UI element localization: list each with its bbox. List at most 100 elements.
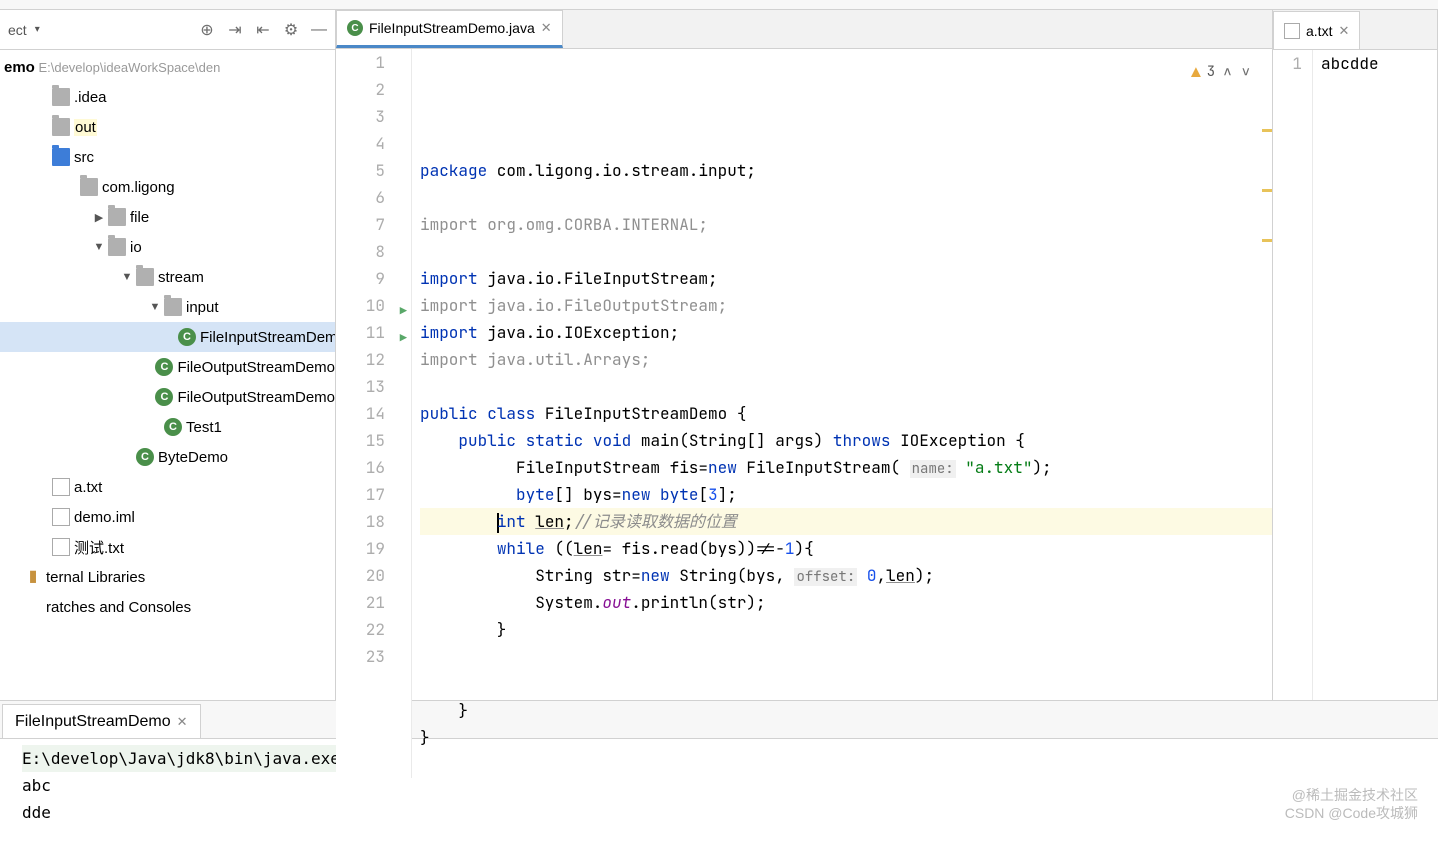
code-line[interactable]: while ((len= fis.read(bys))!=-1){ <box>420 535 1272 562</box>
tab-fileinputstreamdemo[interactable]: C FileInputStreamDemo.java ✕ <box>336 10 563 48</box>
tree-item[interactable]: CTest1 <box>0 412 335 442</box>
line-gutter[interactable]: 1 <box>1273 50 1313 700</box>
line-number[interactable]: 21 <box>336 589 385 616</box>
tree-item[interactable]: out <box>0 112 335 142</box>
code-body[interactable]: abcdde <box>1313 50 1437 700</box>
code-line[interactable] <box>420 238 1272 265</box>
tree-item[interactable]: com.ligong <box>0 172 335 202</box>
tree-item[interactable]: ratches and Consoles <box>0 592 335 622</box>
code-line[interactable]: FileInputStream fis=new FileInputStream(… <box>420 454 1272 481</box>
run-gutter-icon[interactable]: ▶ <box>400 325 407 352</box>
locate-icon[interactable]: ⊕ <box>195 18 219 42</box>
run-tab[interactable]: FileInputStreamDemo ✕ <box>2 704 201 738</box>
run-gutter-icon[interactable]: ▶ <box>400 298 407 325</box>
tree-item[interactable]: .idea <box>0 82 335 112</box>
line-number[interactable]: 16 <box>336 454 385 481</box>
line-number[interactable]: 11 <box>336 319 385 346</box>
tree-item[interactable]: demo.iml <box>0 502 335 532</box>
collapse-all-icon[interactable]: ⇤ <box>251 18 275 42</box>
line-number[interactable]: 12 <box>336 346 385 373</box>
code-line[interactable] <box>420 373 1272 400</box>
hide-icon[interactable]: — <box>307 18 331 42</box>
inspection-widget[interactable]: ▲ 3 ∧ ∨ <box>1191 59 1252 86</box>
line-number[interactable]: 1 <box>336 49 385 76</box>
code-line[interactable]: import java.io.FileOutputStream; <box>420 292 1272 319</box>
code-line[interactable]: int len;//记录读取数据的位置 <box>420 508 1272 535</box>
stripe-warning-mark[interactable] <box>1262 129 1272 132</box>
gear-icon[interactable]: ⚙ <box>279 18 303 42</box>
error-stripe[interactable] <box>1260 49 1272 778</box>
stripe-warning-mark[interactable] <box>1262 239 1272 242</box>
line-number[interactable]: 20 <box>336 562 385 589</box>
tree-item[interactable]: 测试.txt <box>0 532 335 562</box>
code-line[interactable]: } <box>420 616 1272 643</box>
line-number[interactable]: 13 <box>336 373 385 400</box>
chevron-down-icon[interactable]: ▾ <box>35 24 40 35</box>
line-number[interactable]: 6 <box>336 184 385 211</box>
close-icon[interactable]: ✕ <box>1338 23 1349 39</box>
breadcrumb[interactable] <box>0 0 1438 10</box>
line-number[interactable]: 22 <box>336 616 385 643</box>
expand-all-icon[interactable]: ⇥ <box>223 18 247 42</box>
line-number[interactable]: 5 <box>336 157 385 184</box>
code-line[interactable] <box>420 751 1272 778</box>
tree-item[interactable]: src <box>0 142 335 172</box>
code-line[interactable]: String str=new String(bys, offset: 0,len… <box>420 562 1272 589</box>
tree-item[interactable]: a.txt <box>0 472 335 502</box>
line-number[interactable]: 18 <box>336 508 385 535</box>
code-line[interactable]: System.out.println(str); <box>420 589 1272 616</box>
tree-root[interactable]: emo E:\develop\ideaWorkSpace\den <box>0 52 335 82</box>
line-number[interactable]: 8 <box>336 238 385 265</box>
folder-icon <box>52 88 70 106</box>
tab-atxt[interactable]: a.txt ✕ <box>1273 11 1360 49</box>
chevron-right-icon[interactable]: ▶ <box>92 211 106 224</box>
next-highlight-icon[interactable]: ∨ <box>1240 59 1252 86</box>
tree-item[interactable]: CFileOutputStreamDemo <box>0 352 335 382</box>
code-line[interactable]: package com.ligong.io.stream.input; <box>420 157 1272 184</box>
line-number[interactable]: 15 <box>336 427 385 454</box>
code-line[interactable]: import org.omg.CORBA.INTERNAL; <box>420 211 1272 238</box>
close-icon[interactable]: ✕ <box>541 20 552 36</box>
tree-item[interactable]: ▶file <box>0 202 335 232</box>
close-icon[interactable]: ✕ <box>177 714 188 730</box>
code-line[interactable]: import java.util.Arrays; <box>420 346 1272 373</box>
code-line[interactable]: } <box>420 724 1272 751</box>
line-number[interactable]: 23 <box>336 643 385 670</box>
line-number[interactable]: 2 <box>336 76 385 103</box>
line-number[interactable]: 10 <box>336 292 385 319</box>
line-number[interactable]: 9 <box>336 265 385 292</box>
tree-item[interactable]: ▮ternal Libraries <box>0 562 335 592</box>
line-number[interactable]: 7 <box>336 211 385 238</box>
line-number[interactable]: 4 <box>336 130 385 157</box>
chevron-down-icon[interactable]: ▼ <box>120 271 134 283</box>
chevron-down-icon[interactable]: ▼ <box>92 241 106 253</box>
stripe-warning-mark[interactable] <box>1262 189 1272 192</box>
project-tree[interactable]: emo E:\develop\ideaWorkSpace\den.ideaout… <box>0 50 335 700</box>
tree-item[interactable]: CFileOutputStreamDemo <box>0 382 335 412</box>
tree-item[interactable]: CByteDemo <box>0 442 335 472</box>
line-number[interactable]: 3 <box>336 103 385 130</box>
code-line[interactable]: byte[] bys=new byte[3]; <box>420 481 1272 508</box>
tree-item[interactable]: ▼stream <box>0 262 335 292</box>
line-number[interactable]: 19 <box>336 535 385 562</box>
tree-item[interactable]: ▼input <box>0 292 335 322</box>
code-body[interactable]: ▲ 3 ∧ ∨ package com.ligong.io.stream.inp… <box>412 49 1272 778</box>
tree-item[interactable]: ▼io <box>0 232 335 262</box>
code-line[interactable]: import java.io.IOException; <box>420 319 1272 346</box>
code-line[interactable]: import java.io.FileInputStream; <box>420 265 1272 292</box>
chevron-down-icon[interactable]: ▼ <box>148 301 162 313</box>
code-editor-right[interactable]: 1 abcdde <box>1273 50 1437 700</box>
code-editor[interactable]: 123456789▶10▶11121314151617181920212223 … <box>336 49 1272 778</box>
code-line[interactable] <box>420 670 1272 697</box>
code-line[interactable] <box>420 184 1272 211</box>
code-line[interactable]: public class FileInputStreamDemo { <box>420 400 1272 427</box>
code-line[interactable]: } <box>420 697 1272 724</box>
project-view-selector[interactable]: ect <box>4 22 31 38</box>
prev-highlight-icon[interactable]: ∧ <box>1221 59 1233 86</box>
line-number[interactable]: 17 <box>336 481 385 508</box>
code-line[interactable] <box>420 643 1272 670</box>
line-number[interactable]: 14 <box>336 400 385 427</box>
tree-item[interactable]: CFileInputStreamDem <box>0 322 335 352</box>
line-gutter[interactable]: 123456789▶10▶11121314151617181920212223 <box>336 49 412 778</box>
code-line[interactable]: public static void main(String[] args) t… <box>420 427 1272 454</box>
